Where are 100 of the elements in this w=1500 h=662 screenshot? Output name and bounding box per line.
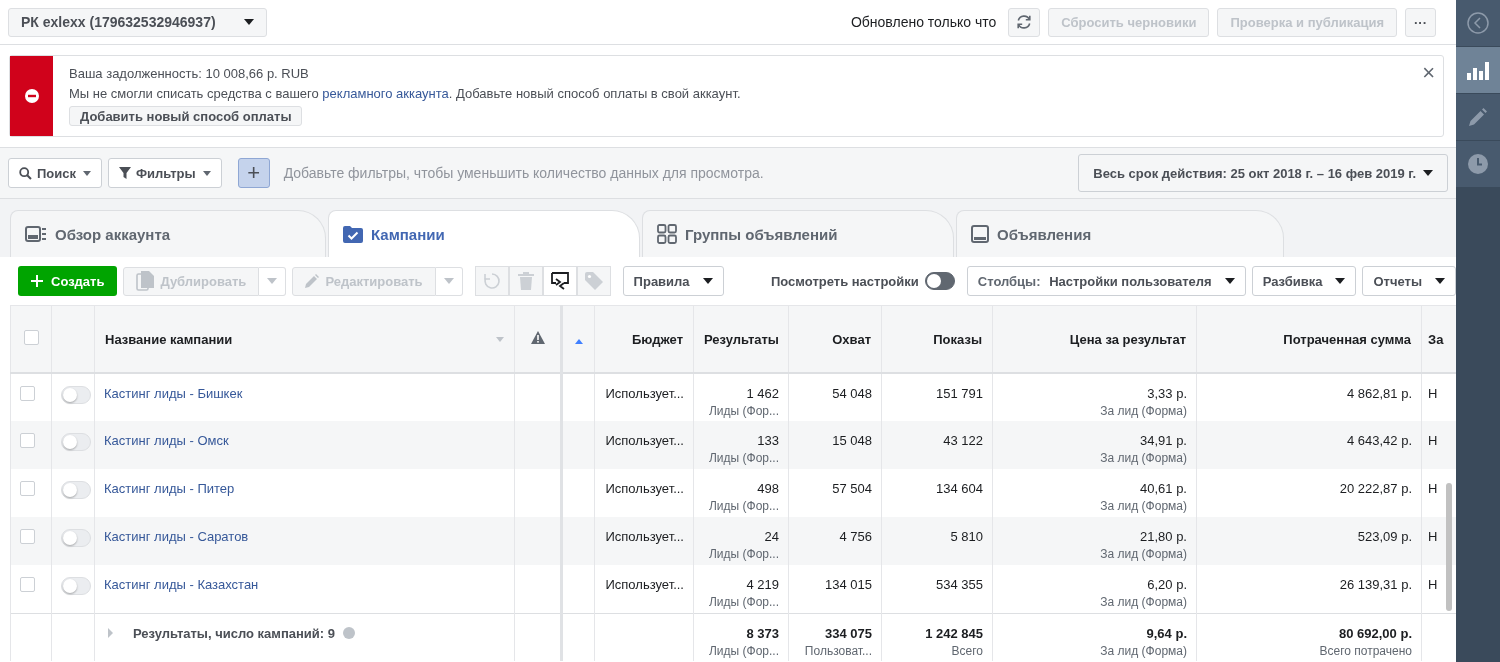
- campaign-name-link[interactable]: Кастинг лиды - Питер: [104, 481, 235, 496]
- table-cell-text: 334 075: [824, 625, 872, 641]
- reports-dropdown[interactable]: Отчеты: [1362, 266, 1456, 296]
- bar-chart-icon: [1467, 60, 1489, 80]
- table-cell: Н: [1428, 433, 1438, 448]
- campaign-toggle[interactable]: [61, 386, 91, 404]
- sort-caret-icon: [496, 336, 504, 342]
- table-cell: Использует...: [605, 481, 684, 496]
- table-cell-text: Лиды (Фор...: [708, 404, 779, 418]
- more-button[interactable]: ···: [1405, 7, 1436, 37]
- folder-check-icon: [343, 225, 363, 243]
- table-cell: 57 504: [832, 481, 872, 496]
- table-cell: Использует...: [605, 433, 684, 448]
- table-cell-text: 1 242 845: [924, 625, 983, 641]
- row-checkbox[interactable]: [20, 529, 35, 544]
- campaign-toggle[interactable]: [61, 433, 91, 451]
- totals-label: Результаты, число кампаний: 9: [133, 625, 336, 641]
- alert-message: Мы не смогли списать средства с вашего рекламного аккаунта. Добавьте новый способ оплаты в свой аккаунт.: [69, 86, 741, 101]
- alert-title: Ваша задолженность: 10 008,66 р. RUB: [69, 66, 309, 81]
- refresh-icon: [1015, 13, 1034, 31]
- campaign-toggle[interactable]: [61, 529, 91, 547]
- campaign-name-link[interactable]: Кастинг лиды - Бишкек: [104, 386, 243, 401]
- table-cell-text: Пользоват...: [803, 643, 872, 658]
- table-cell-text: За лид (Форма): [1099, 643, 1187, 658]
- expand-icon[interactable]: [108, 628, 113, 638]
- table-cell-text: 9,64 р.: [1145, 625, 1187, 641]
- table-cell: 26 139,31 р.: [1339, 577, 1412, 592]
- table-cell-text: Лиды (Фор...: [708, 547, 779, 561]
- clock-icon: [1468, 154, 1488, 174]
- column-header[interactable]: Показы: [933, 331, 982, 347]
- table-cell: Н: [1428, 577, 1438, 592]
- table-cell-text: 80 692,00 р.: [1338, 625, 1412, 641]
- scrollbar-thumb[interactable]: [1446, 483, 1452, 611]
- filters-dropdown[interactable]: Фильтры: [108, 158, 222, 188]
- account-dropdown[interactable]: РК exlexx (179632532946937): [8, 7, 267, 37]
- table-cell-text: Лиды (Фор...: [708, 499, 779, 513]
- column-header[interactable]: Цена за результат: [1069, 331, 1186, 347]
- table-cell-text: 133: [756, 433, 779, 448]
- table-cell: 151 791: [936, 386, 983, 401]
- trash-icon: [517, 272, 534, 290]
- column-header[interactable]: Охват: [832, 331, 871, 347]
- select-all-checkbox[interactable]: [23, 330, 39, 345]
- table-cell: Использует...: [605, 577, 684, 592]
- swap-icon: [549, 272, 570, 290]
- row-checkbox[interactable]: [20, 481, 35, 496]
- view-settings-label: Посмотреть настройки: [771, 273, 919, 289]
- campaign-name-link[interactable]: Кастинг лиды - Омск: [104, 433, 229, 448]
- campaign-toggle[interactable]: [61, 481, 91, 499]
- table-cell-text: Всего: [950, 643, 983, 658]
- column-header[interactable]: Результаты: [704, 331, 779, 347]
- column-header[interactable]: Потраченная сумма: [1283, 331, 1411, 347]
- campaign-toggle[interactable]: [61, 577, 91, 595]
- view-settings-toggle[interactable]: [924, 272, 955, 290]
- table-cell-text: 34,91 р.: [1139, 433, 1187, 448]
- row-checkbox[interactable]: [20, 433, 35, 448]
- column-header[interactable]: За: [1428, 331, 1444, 347]
- duplicate-menu-button[interactable]: [259, 266, 287, 296]
- breakdown-dropdown[interactable]: Разбивка: [1251, 266, 1357, 296]
- column-header[interactable]: Название кампании: [105, 331, 233, 347]
- search-dropdown[interactable]: Поиск: [8, 158, 102, 188]
- table-cell-text: 21,80 р.: [1139, 529, 1187, 544]
- compare-button[interactable]: [542, 266, 577, 296]
- filter-hint: Добавьте фильтры, чтобы уменьшить количество данных для просмотра.: [283, 165, 764, 181]
- tab[interactable]: Обзор аккаунта: [10, 210, 326, 257]
- table-cell: 4 756: [839, 529, 872, 544]
- add-filter-button[interactable]: +: [237, 158, 270, 188]
- close-button[interactable]: ×: [1422, 62, 1435, 84]
- table-cell-text: 4 219: [745, 577, 779, 592]
- rules-dropdown[interactable]: Правила: [622, 266, 724, 296]
- edit-menu-button[interactable]: [435, 266, 463, 296]
- table-cell-text: За лид (Форма): [1099, 404, 1187, 418]
- ad-icon: [971, 225, 989, 243]
- row-checkbox[interactable]: [20, 577, 35, 592]
- column-header[interactable]: Бюджет: [632, 331, 683, 347]
- restart-button[interactable]: [474, 266, 509, 296]
- table-cell-text: За лид (Форма): [1099, 547, 1187, 561]
- table-cell-text: За лид (Форма): [1099, 499, 1187, 513]
- table-cell: Н: [1428, 386, 1438, 401]
- tab[interactable]: Объявления: [956, 210, 1284, 257]
- table-cell: 20 222,87 р.: [1339, 481, 1412, 496]
- date-range-dropdown[interactable]: Весь срок действия: 25 окт 2018 г. – 16 фев 2019 г.: [1078, 154, 1448, 192]
- columns-dropdown[interactable]: Столбцы: Настройки пользователя: [966, 266, 1246, 296]
- add-payment-button[interactable]: Добавить новый способ оплаты: [69, 106, 303, 126]
- campaign-name-link[interactable]: Кастинг лиды - Саратов: [104, 529, 249, 544]
- table-cell: 134 015: [825, 577, 872, 592]
- pencil-icon: [305, 274, 320, 288]
- tab[interactable]: Кампании: [328, 210, 640, 257]
- refresh-button[interactable]: [1008, 7, 1041, 37]
- campaign-name-link[interactable]: Кастинг лиды - Казахстан: [104, 577, 259, 592]
- table-cell: 523,09 р.: [1357, 529, 1412, 544]
- table-cell: 54 048: [832, 386, 872, 401]
- grid-icon: [657, 224, 677, 244]
- row-checkbox[interactable]: [20, 386, 35, 401]
- account-link[interactable]: рекламного аккаунта: [322, 86, 449, 101]
- table-cell: 15 048: [832, 433, 872, 448]
- info-icon: [343, 627, 356, 639]
- table-cell-text: 40,61 р.: [1139, 481, 1187, 496]
- table-cell-text: 1 462: [745, 386, 779, 401]
- tab[interactable]: Группы объявлений: [642, 210, 954, 257]
- table-cell-text: 6,20 р.: [1146, 577, 1187, 592]
